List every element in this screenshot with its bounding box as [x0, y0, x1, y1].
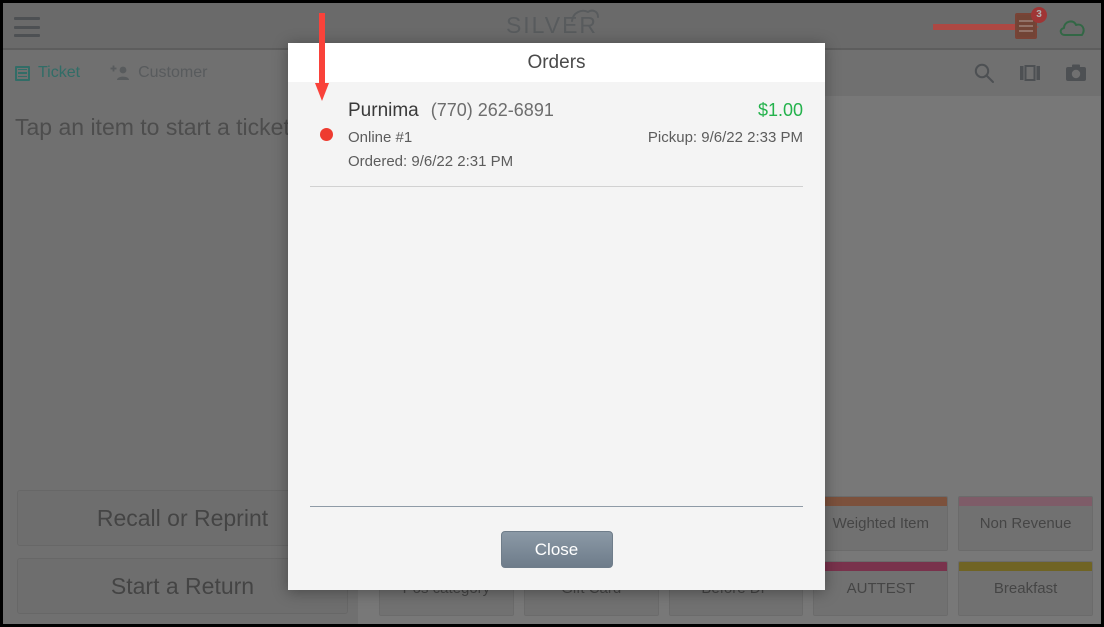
order-customer-phone: (770) 262-6891	[430, 100, 554, 120]
order-secondary-line: Online #1 Pickup: 9/6/22 2:33 PM	[348, 129, 803, 146]
order-ordered-time: Ordered: 9/6/22 2:31 PM	[348, 153, 514, 170]
order-list-item[interactable]: Purnima (770) 262-6891 $1.00 Online #1 P…	[310, 82, 803, 187]
orders-list: Purnima (770) 262-6891 $1.00 Online #1 P…	[288, 82, 825, 506]
orders-dialog-footer: Close	[288, 506, 825, 590]
orders-dialog: Orders Purnima (770) 262-6891 $1.00 Onli…	[288, 13, 825, 590]
pos-app-window: SILVER 3 Ticket Customer Tap an item to …	[0, 0, 1104, 627]
orders-dialog-title: Orders	[288, 43, 825, 82]
footer-divider	[310, 506, 803, 507]
order-customer-name: Purnima	[348, 100, 419, 121]
order-total-amount: $1.00	[757, 100, 803, 120]
order-primary-line: Purnima (770) 262-6891 $1.00	[348, 100, 803, 122]
order-pickup-time: Pickup: 9/6/22 2:33 PM	[647, 129, 803, 146]
close-button[interactable]: Close	[500, 531, 613, 568]
order-status-dot-icon	[320, 128, 333, 141]
order-channel: Online #1	[348, 129, 413, 146]
